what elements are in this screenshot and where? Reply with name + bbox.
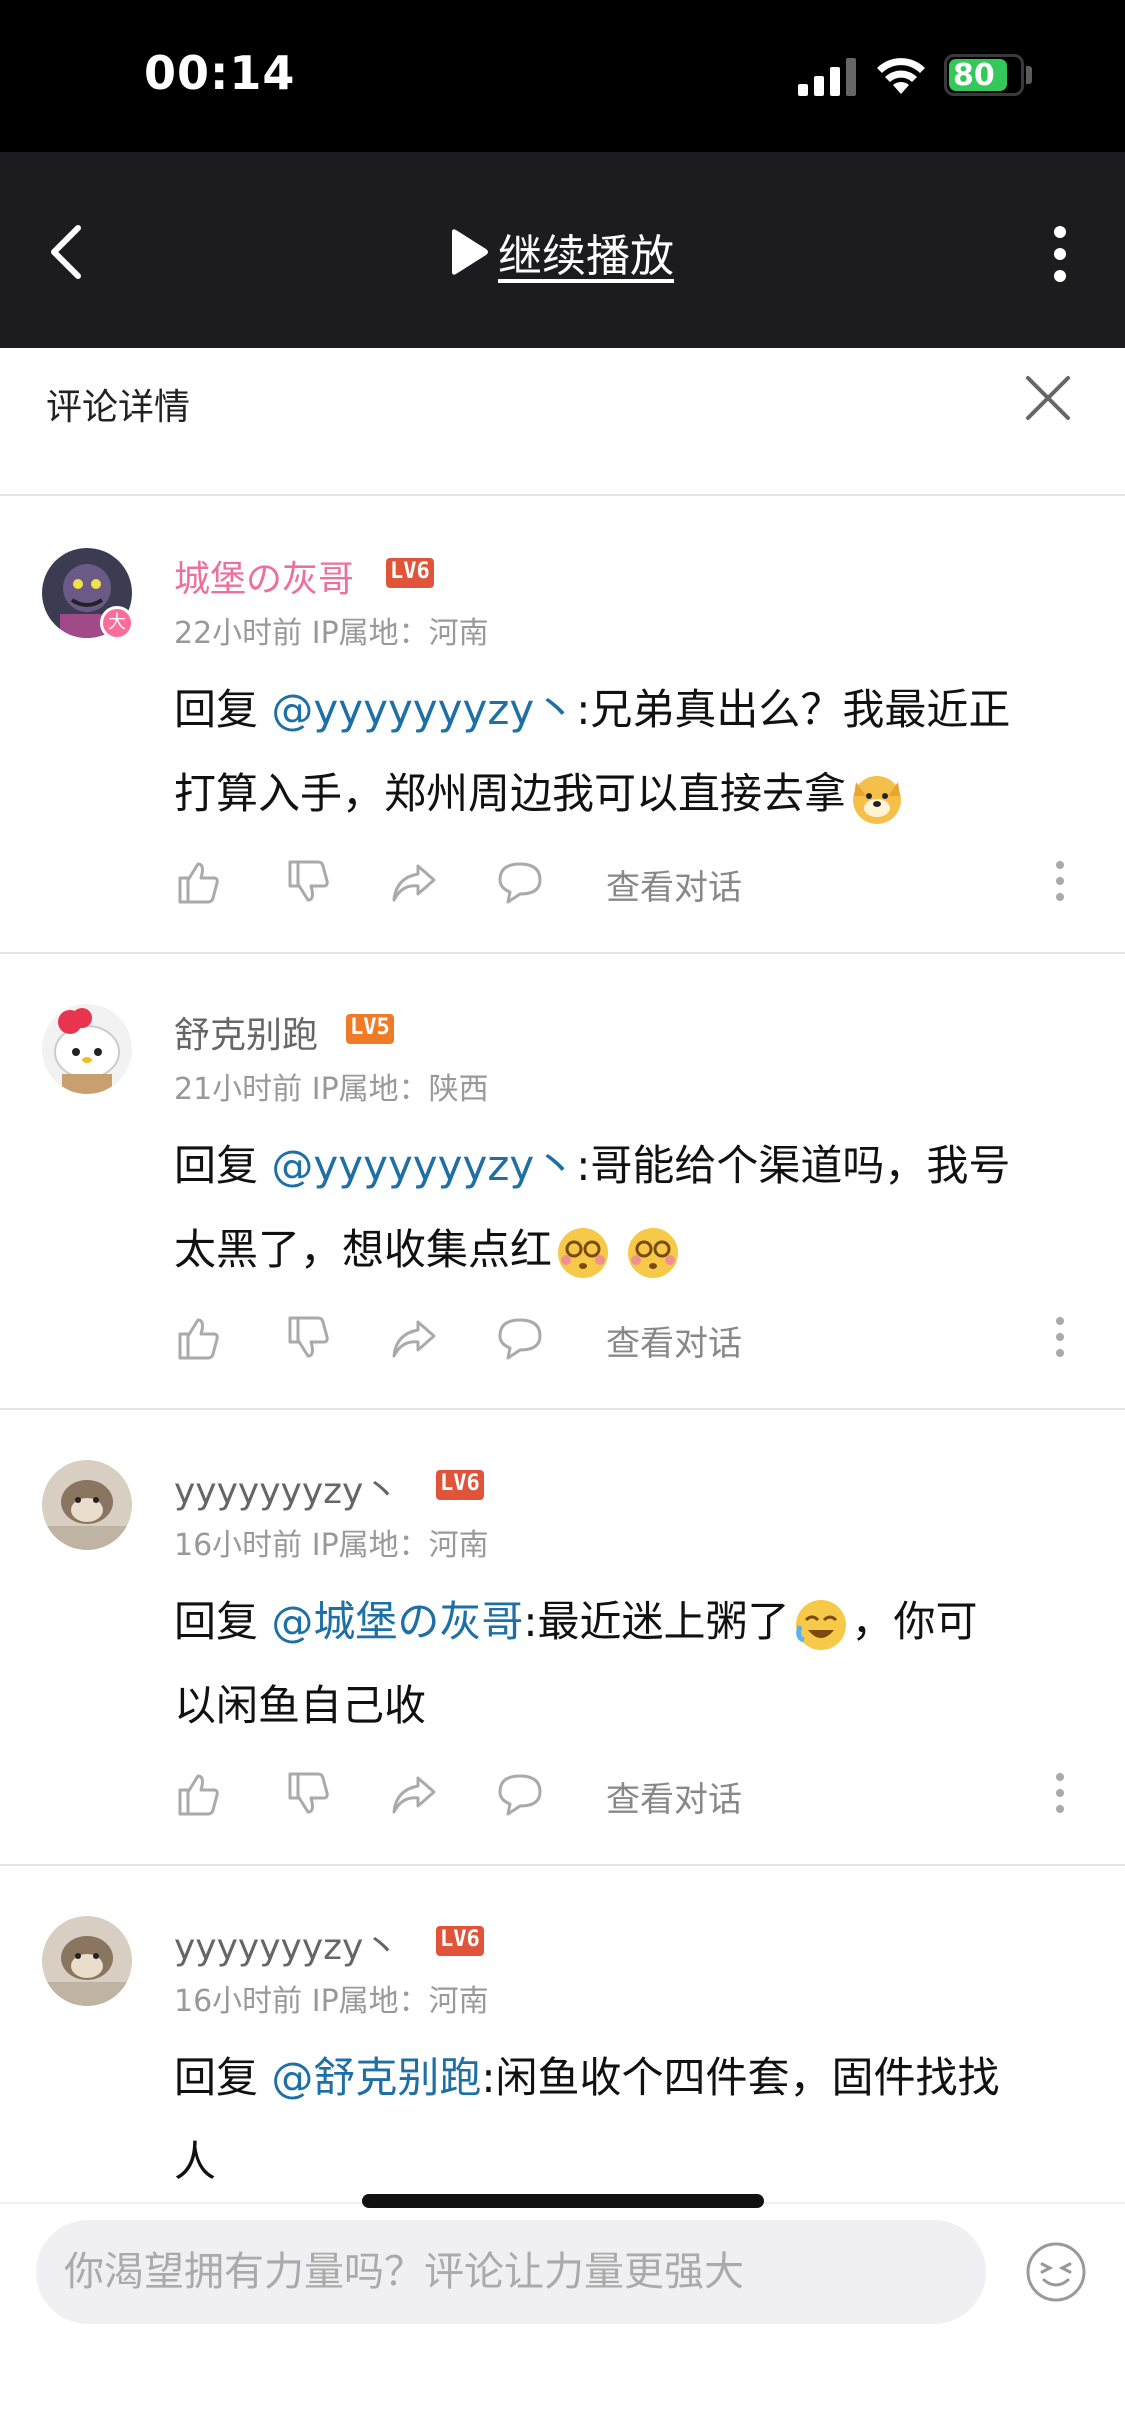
reply-icon[interactable] [496,1314,544,1362]
comment-time: 16小时前 [174,1528,303,1563]
comment-input[interactable] [36,2220,986,2324]
like-icon[interactable] [174,1770,222,1818]
battery-percent: 80 [953,58,995,93]
comment-input-bar [0,2202,1125,2436]
share-icon[interactable] [390,1314,438,1362]
more-icon[interactable] [1050,226,1070,282]
share-icon[interactable] [390,1770,438,1818]
level-badge: LV6 [386,558,434,588]
comment-ip: IP属地：河南 [311,1984,489,2019]
mention-link[interactable]: @城堡の灰哥 [271,1597,523,1646]
wifi-icon [877,58,925,94]
emoji-icon[interactable] [1024,2240,1088,2304]
continue-playback-button[interactable]: 继续播放 [446,222,674,282]
comment-actions: 查看对话 [174,850,1074,910]
comment-text: ，你可 [851,1597,978,1646]
comment-time: 22小时前 [174,616,303,651]
comment-text: 太黑了，想收集点红 [174,1225,553,1274]
reply-prefix: 回复 [174,685,259,734]
level-badge: LV6 [436,1926,484,1956]
comment-text: 人 [174,2137,217,2186]
avatar[interactable] [42,1916,132,2006]
comment-item: yyyyyyyzy丶 LV6 16小时前 IP属地：河南 回复 @舒克别跑:闲鱼… [0,1866,1125,2206]
dizzy-face-emoji-icon [628,1227,679,1278]
comment-username[interactable]: yyyyyyyzy丶 [174,1462,399,1514]
view-conversation-button[interactable]: 查看对话 [606,1316,742,1365]
comment-ip: IP属地：陕西 [311,1072,489,1107]
comment-body: 回复 @舒克别跑:闲鱼收个四件套，固件找找 人 [174,2036,1074,2204]
like-icon[interactable] [174,858,222,906]
video-player-bar: 继续播放 [0,152,1125,348]
comment-actions: 查看对话 [174,1762,1074,1822]
comment-text: 以闲鱼自己收 [174,1681,427,1730]
mention-link[interactable]: @舒克别跑 [271,2053,481,2102]
level-badge: LV5 [346,1014,394,1044]
comment-text: :闲鱼收个四件套，固件找找 [481,2053,1000,2102]
mention-link[interactable]: @yyyyyyyzy丶 [271,685,576,734]
more-options-icon[interactable] [1054,1316,1066,1358]
vip-badge: 大 [100,606,134,640]
status-bar: 00:14 80 [0,0,1125,152]
reply-prefix: 回复 [174,2053,259,2102]
play-icon [452,229,488,275]
more-options-icon[interactable] [1054,1772,1066,1814]
view-conversation-button[interactable]: 查看对话 [606,860,742,909]
dizzy-face-emoji-icon [558,1227,609,1278]
comment-text: :最近迷上粥了 [523,1597,790,1646]
comment-body: 回复 @yyyyyyyzy丶:兄弟真出么？我最近正 打算入手，郑州周边我可以直接… [174,668,1074,836]
more-options-icon[interactable] [1054,860,1066,902]
comment-body: 回复 @城堡の灰哥:最近迷上粥了 ，你可 以闲鱼自己收 [174,1580,1074,1748]
battery-cap [1026,66,1032,84]
level-badge: LV6 [436,1470,484,1500]
avatar[interactable] [42,1460,132,1550]
dislike-icon[interactable] [284,1314,332,1362]
continue-playback-label: 继续播放 [498,231,674,282]
dislike-icon[interactable] [284,858,332,906]
crying-laughing-emoji-icon [795,1599,846,1650]
mention-link[interactable]: @yyyyyyyzy丶 [271,1141,576,1190]
reply-prefix: 回复 [174,1597,259,1646]
signal-icon [798,58,856,96]
dislike-icon[interactable] [284,1770,332,1818]
battery-indicator: 80 [944,54,1024,96]
like-icon[interactable] [174,1314,222,1362]
comment-time: 21小时前 [174,1072,303,1107]
comment-username[interactable]: 城堡の灰哥 [174,550,354,602]
comment-item: yyyyyyyzy丶 LV6 16小时前 IP属地：河南 回复 @城堡の灰哥:最… [0,1410,1125,1866]
comment-meta: 21小时前 IP属地：陕西 [174,1064,489,1108]
home-indicator[interactable] [362,2194,764,2208]
comment-body: 回复 @yyyyyyyzy丶:哥能给个渠道吗，我号 太黑了，想收集点红 [174,1124,1074,1292]
comment-time: 16小时前 [174,1984,303,2019]
comment-meta: 16小时前 IP属地：河南 [174,1976,489,2020]
view-conversation-button[interactable]: 查看对话 [606,1772,742,1821]
page-title: 评论详情 [46,387,191,428]
comment-username[interactable]: 舒克别跑 [174,1006,318,1058]
reply-icon[interactable] [496,858,544,906]
comment-text: :哥能给个渠道吗，我号 [576,1141,1011,1190]
comment-text: :兄弟真出么？我最近正 [576,685,1011,734]
status-time: 00:14 [144,46,296,100]
comment-item: 舒克别跑 LV5 21小时前 IP属地：陕西 回复 @yyyyyyyzy丶:哥能… [0,954,1125,1410]
back-icon[interactable] [46,224,86,280]
avatar[interactable] [42,1004,132,1094]
comment-ip: IP属地：河南 [311,1528,489,1563]
close-icon[interactable] [1024,374,1072,422]
comment-item: 大 城堡の灰哥 LV6 22小时前 IP属地：河南 回复 @yyyyyyyzy丶… [0,498,1125,954]
doge-emoji-icon [853,775,902,824]
reply-prefix: 回复 [174,1141,259,1190]
comment-detail-header: 评论详情 [0,348,1125,496]
comment-meta: 22小时前 IP属地：河南 [174,608,489,652]
comment-username[interactable]: yyyyyyyzy丶 [174,1918,399,1970]
share-icon[interactable] [390,858,438,906]
comment-meta: 16小时前 IP属地：河南 [174,1520,489,1564]
reply-icon[interactable] [496,1770,544,1818]
comment-actions: 查看对话 [174,1306,1074,1366]
comment-ip: IP属地：河南 [311,616,489,651]
comment-text: 打算入手，郑州周边我可以直接去拿 [174,769,847,818]
